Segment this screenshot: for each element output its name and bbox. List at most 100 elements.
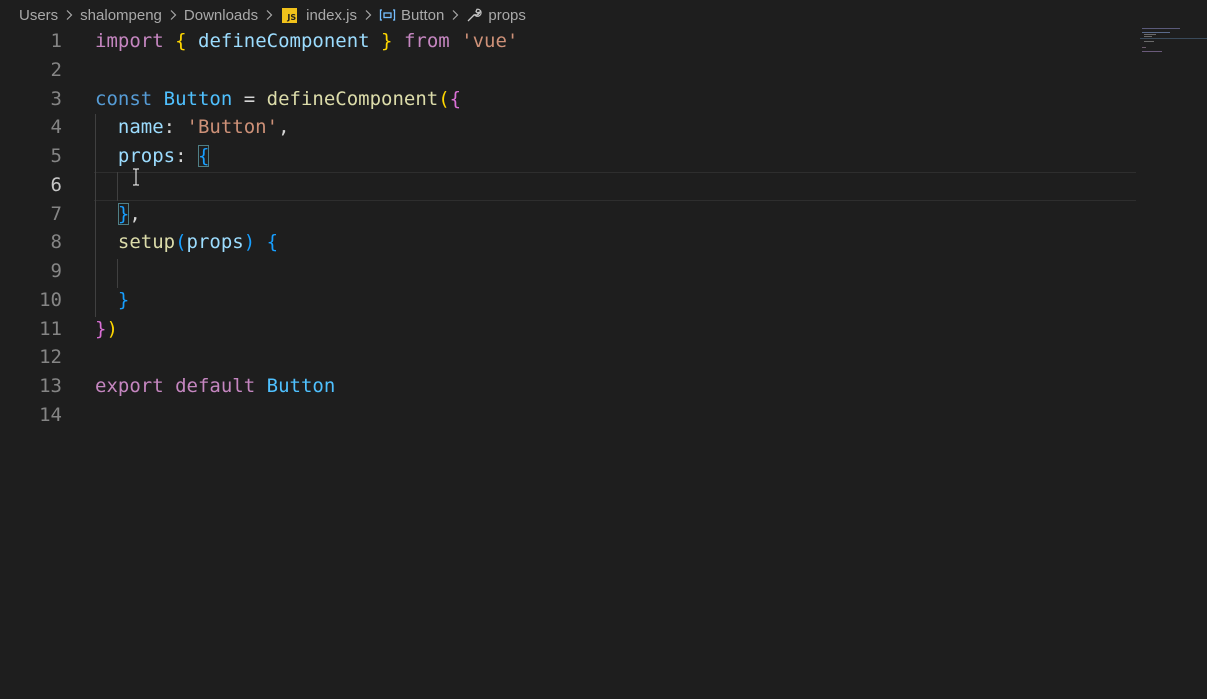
code-token: props <box>186 231 244 253</box>
breadcrumb-item-props[interactable]: props <box>466 7 526 24</box>
code-text: }) <box>95 315 118 344</box>
breadcrumb-label: shalompeng <box>80 6 162 24</box>
breadcrumb-item-button[interactable]: Button <box>379 7 444 24</box>
code-token: props <box>117 145 176 167</box>
code-token: , <box>278 116 290 138</box>
code-token: defineComponent <box>198 30 370 52</box>
chevron-right-icon <box>360 7 376 23</box>
code-token: ) <box>243 231 256 253</box>
line-number: 14 <box>39 404 62 426</box>
code-line[interactable]: 3 const Button = defineComponent({ <box>0 85 1140 114</box>
code-token: } <box>117 289 130 311</box>
line-number: 2 <box>50 59 62 81</box>
line-number: 7 <box>50 203 62 225</box>
matched-bracket: } <box>117 203 130 225</box>
code-token: name <box>117 116 164 138</box>
code-line[interactable]: 1 import { defineComponent } from 'vue' <box>0 27 1140 56</box>
code-text: name: 'Button', <box>95 113 290 142</box>
code-token: } <box>381 30 393 52</box>
code-editor[interactable]: 1 import { defineComponent } from 'vue' 2 3… <box>0 27 1207 699</box>
chevron-right-icon <box>447 7 463 23</box>
line-number: 9 <box>50 260 62 282</box>
code-token: from <box>403 30 450 52</box>
code-token: import <box>95 30 164 52</box>
chevron-right-icon <box>261 7 277 23</box>
breadcrumb-item-index-js[interactable]: JS index.js <box>280 7 357 24</box>
js-file-icon: JS <box>282 7 298 23</box>
chevron-right-icon <box>165 7 181 23</box>
code-token: ) <box>106 318 118 340</box>
code-token: Button <box>163 88 233 110</box>
code-text: props: { <box>95 142 210 171</box>
code-text: import { defineComponent } from 'vue' <box>95 27 518 56</box>
code-line[interactable]: 10 } <box>0 286 1140 315</box>
code-token: 'vue' <box>461 30 519 52</box>
breadcrumb-label: index.js <box>306 6 357 24</box>
code-line[interactable]: 8 setup(props) { <box>0 228 1140 257</box>
matched-bracket: { <box>197 145 210 167</box>
code-token: export <box>95 375 164 397</box>
code-text: }, <box>95 200 141 229</box>
code-token: : <box>175 145 198 167</box>
breadcrumb-item-users[interactable]: Users <box>19 7 58 24</box>
breadcrumb-item-downloads[interactable]: Downloads <box>184 7 258 24</box>
code-text: export default Button <box>95 372 335 401</box>
code-line[interactable]: 11}) <box>0 315 1140 344</box>
code-line[interactable]: 5 props: { <box>0 142 1140 171</box>
symbol-variable-icon <box>379 7 396 23</box>
code-token: const <box>95 88 153 110</box>
line-number: 8 <box>50 231 62 253</box>
code-line[interactable]: 12 <box>0 343 1140 372</box>
wrench-property-icon <box>466 7 483 23</box>
code-token: 'Button' <box>186 116 279 138</box>
code-line[interactable]: 9 <box>0 257 1140 286</box>
code-text: const Button = defineComponent({ <box>95 85 461 114</box>
code-line[interactable]: 4 name: 'Button', <box>0 113 1140 142</box>
line-number: 11 <box>39 318 62 340</box>
code-line[interactable]: 13 export default Button <box>0 372 1140 401</box>
code-line[interactable]: 6 <box>0 171 1140 200</box>
breadcrumb-label: props <box>488 6 526 24</box>
code-token: { <box>449 88 462 110</box>
line-number: 13 <box>39 375 62 397</box>
code-token: { <box>266 231 279 253</box>
breadcrumb-label: Button <box>400 6 445 24</box>
line-number: 12 <box>39 346 62 368</box>
line-number: 4 <box>50 116 62 138</box>
chevron-right-icon <box>61 7 77 23</box>
breadcrumb-label: Users <box>19 6 59 24</box>
code-token: , <box>129 203 141 225</box>
line-number: 6 <box>50 174 62 196</box>
breadcrumb-item-shalompeng[interactable]: shalompeng <box>80 7 162 24</box>
code-line[interactable]: 14 <box>0 401 1140 430</box>
code-token: ( <box>175 231 187 253</box>
code-token: Button <box>266 375 336 397</box>
breadcrumb: Users shalompeng Downloads JS index.js B… <box>0 0 1207 30</box>
line-number: 5 <box>50 145 62 167</box>
line-number: 1 <box>50 30 62 52</box>
code-text: setup(props) { <box>95 228 278 257</box>
code-token: { <box>175 30 187 52</box>
code-line[interactable]: 2 <box>0 56 1140 85</box>
code-token: ( <box>438 88 450 110</box>
breadcrumb-label: Downloads <box>183 6 259 24</box>
code-token: setup <box>117 231 176 253</box>
line-number: 3 <box>50 88 62 110</box>
code-token: defineComponent <box>266 88 439 110</box>
minimap[interactable] <box>1140 26 1207 62</box>
code-line[interactable]: 7 }, <box>0 200 1140 229</box>
